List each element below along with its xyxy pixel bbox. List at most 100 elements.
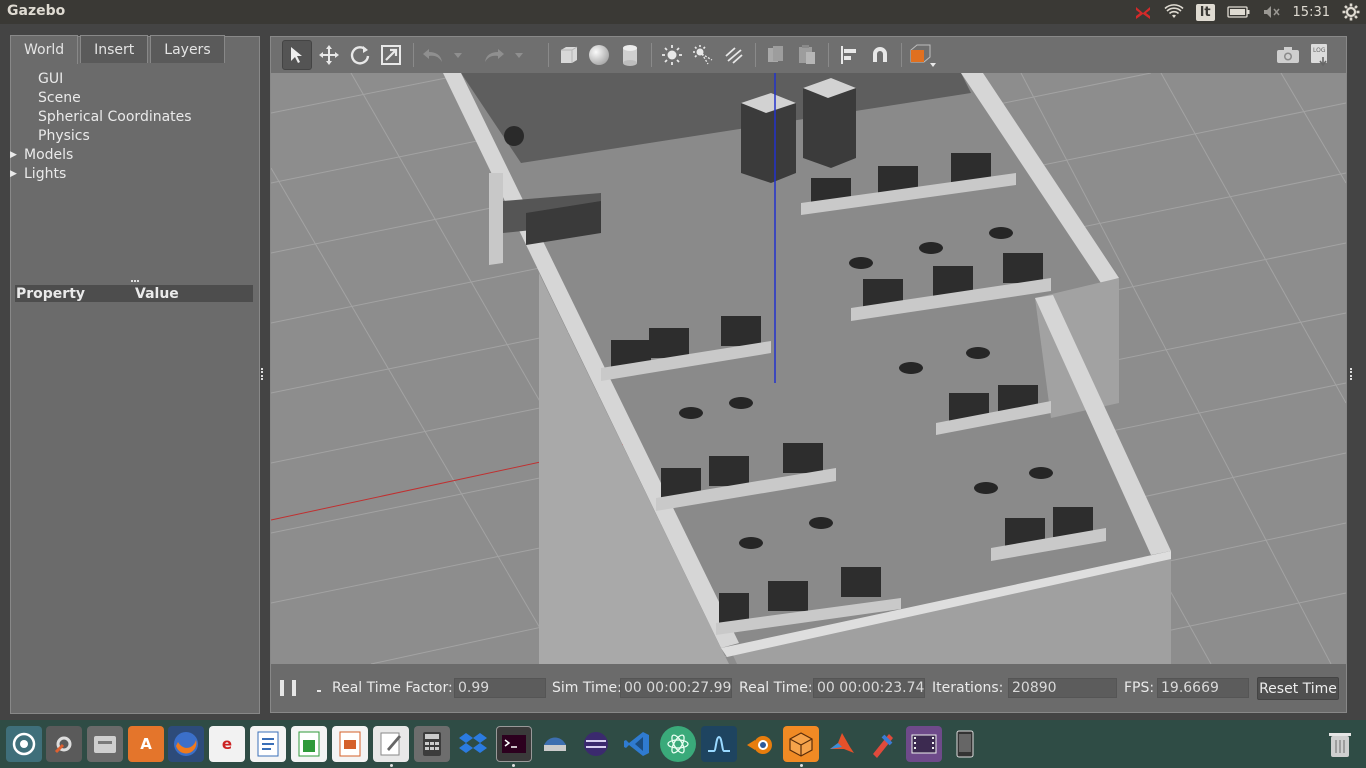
- matlab-icon[interactable]: [824, 726, 860, 762]
- align-icon[interactable]: [834, 40, 864, 70]
- real-time-factor-field: 0.99: [454, 678, 546, 698]
- scene-render: [271, 73, 1346, 664]
- left-panel-tabs: World Insert Layers: [10, 35, 227, 64]
- tree-item-label: Scene: [38, 89, 81, 106]
- libreoffice-writer-icon[interactable]: [250, 726, 286, 762]
- system-settings-icon[interactable]: [46, 726, 82, 762]
- tree-item-models[interactable]: ▶ Models: [10, 145, 192, 164]
- left-panel-collapse-handle[interactable]: [261, 368, 265, 380]
- scene-toolbar: LOG: [271, 37, 1346, 73]
- clock[interactable]: 15:31: [1293, 0, 1330, 24]
- sim-time-label: Sim Time:: [552, 680, 622, 696]
- tree-item-physics[interactable]: Physics: [24, 126, 192, 145]
- right-panel-collapse-handle[interactable]: [1350, 368, 1354, 380]
- sphere-shape-icon[interactable]: [584, 40, 614, 70]
- volume-muted-icon[interactable]: [1263, 0, 1281, 24]
- redo-icon[interactable]: [479, 40, 509, 70]
- log-record-icon[interactable]: LOG: [1305, 40, 1335, 70]
- redo-history-dropdown-icon[interactable]: [512, 40, 526, 70]
- real-time-field: 00 00:00:23.745: [813, 678, 925, 698]
- property-column-header[interactable]: Property: [15, 286, 135, 302]
- tab-layers[interactable]: Layers: [150, 35, 225, 63]
- libreoffice-calc-icon[interactable]: [291, 726, 327, 762]
- tree-item-lights[interactable]: ▶ Lights: [10, 164, 192, 183]
- vscode-icon[interactable]: [619, 726, 655, 762]
- wireshark-icon[interactable]: [537, 726, 573, 762]
- oscilloscope-icon[interactable]: [701, 726, 737, 762]
- keyboard-layout-indicator[interactable]: lt: [1195, 0, 1215, 24]
- svg-text:LOG: LOG: [1313, 47, 1326, 54]
- box-shape-icon[interactable]: [553, 40, 583, 70]
- phone-icon[interactable]: [947, 726, 983, 762]
- scale-icon[interactable]: [376, 40, 406, 70]
- tree-item-label: Physics: [38, 127, 90, 144]
- window-title: Gazebo: [7, 3, 66, 19]
- libreoffice-impress-icon[interactable]: [332, 726, 368, 762]
- ros-tools-icon[interactable]: [865, 726, 901, 762]
- directional-light-icon[interactable]: [719, 40, 749, 70]
- fps-field: 19.6669: [1157, 678, 1249, 698]
- tab-insert[interactable]: Insert: [80, 35, 149, 63]
- session-gear-icon[interactable]: [1342, 0, 1360, 24]
- 3d-viewport[interactable]: [271, 73, 1346, 664]
- battery-icon[interactable]: [1226, 0, 1251, 24]
- atom-icon[interactable]: [660, 726, 696, 762]
- point-light-icon[interactable]: [657, 40, 687, 70]
- eclipse-icon[interactable]: [578, 726, 614, 762]
- undo-icon[interactable]: [418, 40, 448, 70]
- tree-item-spherical-coordinates[interactable]: Spherical Coordinates: [24, 107, 192, 126]
- calculator-icon[interactable]: [414, 726, 450, 762]
- value-column-header[interactable]: Value: [135, 286, 179, 302]
- cylinder-shape-icon[interactable]: [615, 40, 645, 70]
- firefox-icon[interactable]: [168, 726, 204, 762]
- video-player-icon[interactable]: [906, 726, 942, 762]
- snap-magnet-icon[interactable]: [865, 40, 895, 70]
- translate-icon[interactable]: [314, 40, 344, 70]
- evince-icon[interactable]: e: [209, 726, 245, 762]
- world-tree: GUI Scene Spherical Coordinates Physics …: [10, 69, 192, 183]
- pause-icon[interactable]: [280, 680, 296, 696]
- tab-world[interactable]: World: [10, 35, 79, 64]
- reset-time-button[interactable]: Reset Time: [1257, 677, 1339, 700]
- expand-arrow-icon[interactable]: ▶: [10, 150, 24, 160]
- text-editor-icon[interactable]: [373, 726, 409, 762]
- software-store-icon[interactable]: A: [128, 726, 164, 762]
- paste-icon[interactable]: [792, 40, 822, 70]
- screenshot-camera-icon[interactable]: [1273, 40, 1303, 70]
- terminal-icon[interactable]: [496, 726, 532, 762]
- keyboard-layout-label: lt: [1195, 3, 1215, 21]
- network-error-icon[interactable]: [1134, 0, 1152, 24]
- real-time-factor-label: Real Time Factor:: [332, 680, 453, 696]
- running-indicator: [390, 764, 393, 767]
- tree-item-scene[interactable]: Scene: [24, 88, 192, 107]
- copy-icon[interactable]: [761, 40, 791, 70]
- change-view-icon[interactable]: [907, 40, 937, 70]
- iterations-field: 20890: [1008, 678, 1117, 698]
- panel-splitter-handle[interactable]: [131, 280, 139, 283]
- trash-icon[interactable]: [1322, 726, 1358, 762]
- undo-history-dropdown-icon[interactable]: [451, 40, 465, 70]
- select-arrow-icon[interactable]: [282, 40, 312, 70]
- system-top-bar: Gazebo lt 15:31: [0, 0, 1366, 24]
- iterations-label: Iterations:: [932, 680, 1004, 696]
- fps-label: FPS:: [1124, 680, 1155, 696]
- dropbox-icon[interactable]: [455, 726, 491, 762]
- rotate-icon[interactable]: [345, 40, 375, 70]
- gazebo-icon[interactable]: [783, 726, 819, 762]
- files-icon[interactable]: [87, 726, 123, 762]
- real-time-label: Real Time:: [739, 680, 813, 696]
- tree-item-label: Spherical Coordinates: [38, 108, 192, 125]
- step-button[interactable]: [317, 690, 321, 692]
- running-indicator: [512, 764, 515, 767]
- software-center-icon[interactable]: [6, 726, 42, 762]
- time-panel: Real Time Factor: 0.99 Sim Time: 00 00:0…: [271, 664, 1346, 712]
- expand-arrow-icon[interactable]: ▶: [10, 169, 24, 179]
- running-indicator: [800, 764, 803, 767]
- tree-item-gui[interactable]: GUI: [24, 69, 192, 88]
- tree-item-label: Models: [24, 146, 74, 163]
- tree-item-label: GUI: [38, 70, 64, 87]
- wifi-icon[interactable]: [1164, 0, 1184, 24]
- dock: A e: [0, 720, 1366, 768]
- spot-light-icon[interactable]: [688, 40, 718, 70]
- blender-icon[interactable]: [742, 726, 778, 762]
